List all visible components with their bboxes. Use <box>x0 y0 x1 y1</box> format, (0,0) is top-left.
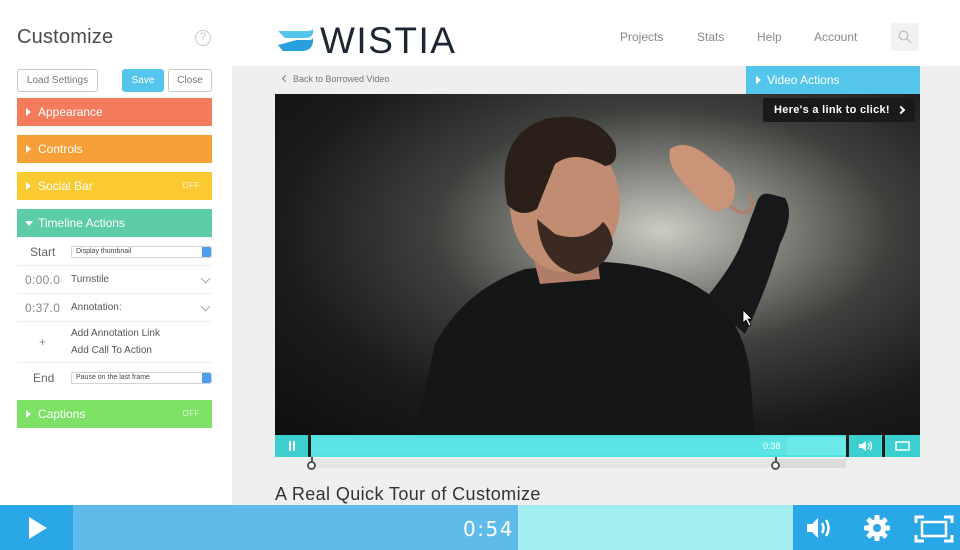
timeline-end-row: End Pause on the last frame <box>17 363 212 393</box>
video-actions-label: Video Actions <box>767 73 840 87</box>
chevron-down-icon[interactable] <box>200 301 211 312</box>
timeline-row-action: Turnstile <box>71 274 109 285</box>
play-icon <box>29 517 47 539</box>
logo-text: WISTIA <box>320 20 457 61</box>
timeline-row[interactable]: 0:37.0 Annotation: <box>17 294 212 322</box>
back-link-label: Back to Borrowed Video <box>293 74 390 84</box>
appearance-panel[interactable]: Appearance <box>17 98 212 126</box>
volume-button[interactable] <box>849 435 881 457</box>
nav-projects[interactable]: Projects <box>620 30 663 44</box>
back-link[interactable]: Back to Borrowed Video <box>281 74 390 84</box>
wistia-logo-icon <box>278 26 314 51</box>
fullscreen-button[interactable] <box>885 435 920 457</box>
sidebar-title: Customize <box>17 26 114 48</box>
pause-button[interactable] <box>275 435 308 457</box>
caret-down-icon <box>25 221 33 226</box>
caret-right-icon <box>26 410 31 418</box>
add-annotation-link[interactable]: Add Annotation Link <box>71 328 160 339</box>
controls-panel-label: Controls <box>38 142 83 156</box>
add-call-to-action-link[interactable]: Add Call To Action <box>71 345 152 356</box>
save-button[interactable]: Save <box>122 69 164 92</box>
caret-right-icon <box>26 182 31 190</box>
timeline-start-marker[interactable] <box>307 461 316 470</box>
timeline-annotation-marker[interactable] <box>771 461 780 470</box>
help-icon[interactable]: ? <box>195 30 211 46</box>
social-bar-panel-label: Social Bar <box>38 179 93 193</box>
plus-icon[interactable]: + <box>39 335 46 349</box>
gear-icon[interactable] <box>862 513 892 543</box>
captions-panel[interactable]: Captions OFF <box>17 400 212 428</box>
timeline-action-range <box>311 459 776 468</box>
end-action-value: Pause on the last frame <box>76 374 150 381</box>
nav-stats[interactable]: Stats <box>697 30 724 44</box>
annotation-link[interactable]: Here's a link to click! <box>763 98 915 122</box>
timeline-row-time: 0:37.0 <box>25 301 61 315</box>
volume-icon[interactable] <box>803 513 837 543</box>
timeline-row[interactable]: 0:00.0 Turnstile <box>17 266 212 294</box>
bottom-player-progress <box>73 505 519 550</box>
start-label: Start <box>30 245 56 259</box>
chevron-right-icon <box>896 105 906 115</box>
search-icon <box>898 30 912 44</box>
player-time: 0:38 <box>763 441 781 451</box>
timeline-actions-panel-label: Timeline Actions <box>38 216 125 230</box>
video-actions-tab[interactable]: Video Actions <box>746 66 920 94</box>
customize-sidebar: Customize ? Load Settings Save Close App… <box>0 0 232 505</box>
search-button[interactable] <box>891 23 919 51</box>
caret-right-icon <box>756 76 761 84</box>
chevron-down-icon[interactable] <box>200 273 211 284</box>
start-action-value: Display thumbnail <box>76 248 132 255</box>
play-button[interactable] <box>0 505 73 550</box>
captions-panel-label: Captions <box>38 407 86 421</box>
start-action-select[interactable]: Display thumbnail <box>71 246 212 258</box>
captions-status: OFF <box>182 409 200 418</box>
bottom-player-time: 0:54 <box>463 517 514 541</box>
chevron-left-icon <box>281 74 290 83</box>
social-bar-panel[interactable]: Social Bar OFF <box>17 172 212 200</box>
nav-help[interactable]: Help <box>757 30 782 44</box>
close-button[interactable]: Close <box>168 69 212 92</box>
timeline-add-row: + Add Annotation Link Add Call To Action <box>17 322 212 363</box>
timeline-row-time: 0:00.0 <box>25 273 61 287</box>
presenter-silhouette <box>415 116 789 435</box>
volume-icon <box>859 441 873 451</box>
caret-right-icon <box>26 108 31 116</box>
fullscreen-icon[interactable] <box>913 514 955 544</box>
end-label: End <box>33 371 55 385</box>
video-frame[interactable] <box>275 94 920 435</box>
timeline-actions-panel[interactable]: Timeline Actions <box>17 209 212 237</box>
nav-account[interactable]: Account <box>814 30 857 44</box>
pause-icon <box>289 441 295 451</box>
appearance-panel-label: Appearance <box>38 105 103 119</box>
fullscreen-icon <box>895 441 910 451</box>
caret-right-icon <box>26 145 31 153</box>
timeline-start-row: Start Display thumbnail <box>17 238 212 266</box>
social-bar-status: OFF <box>182 181 200 190</box>
select-stepper-icon <box>202 373 211 383</box>
controls-panel[interactable]: Controls <box>17 135 212 163</box>
player-progress-played <box>311 437 788 455</box>
end-action-select[interactable]: Pause on the last frame <box>71 372 212 384</box>
annotation-link-text: Here's a link to click! <box>774 104 890 116</box>
load-settings-button[interactable]: Load Settings <box>17 69 98 92</box>
timeline-row-action: Annotation: <box>71 302 122 313</box>
video-title: A Real Quick Tour of Customize <box>275 484 541 504</box>
customize-page: Customize ? Load Settings Save Close App… <box>0 0 960 550</box>
select-stepper-icon <box>202 247 211 257</box>
